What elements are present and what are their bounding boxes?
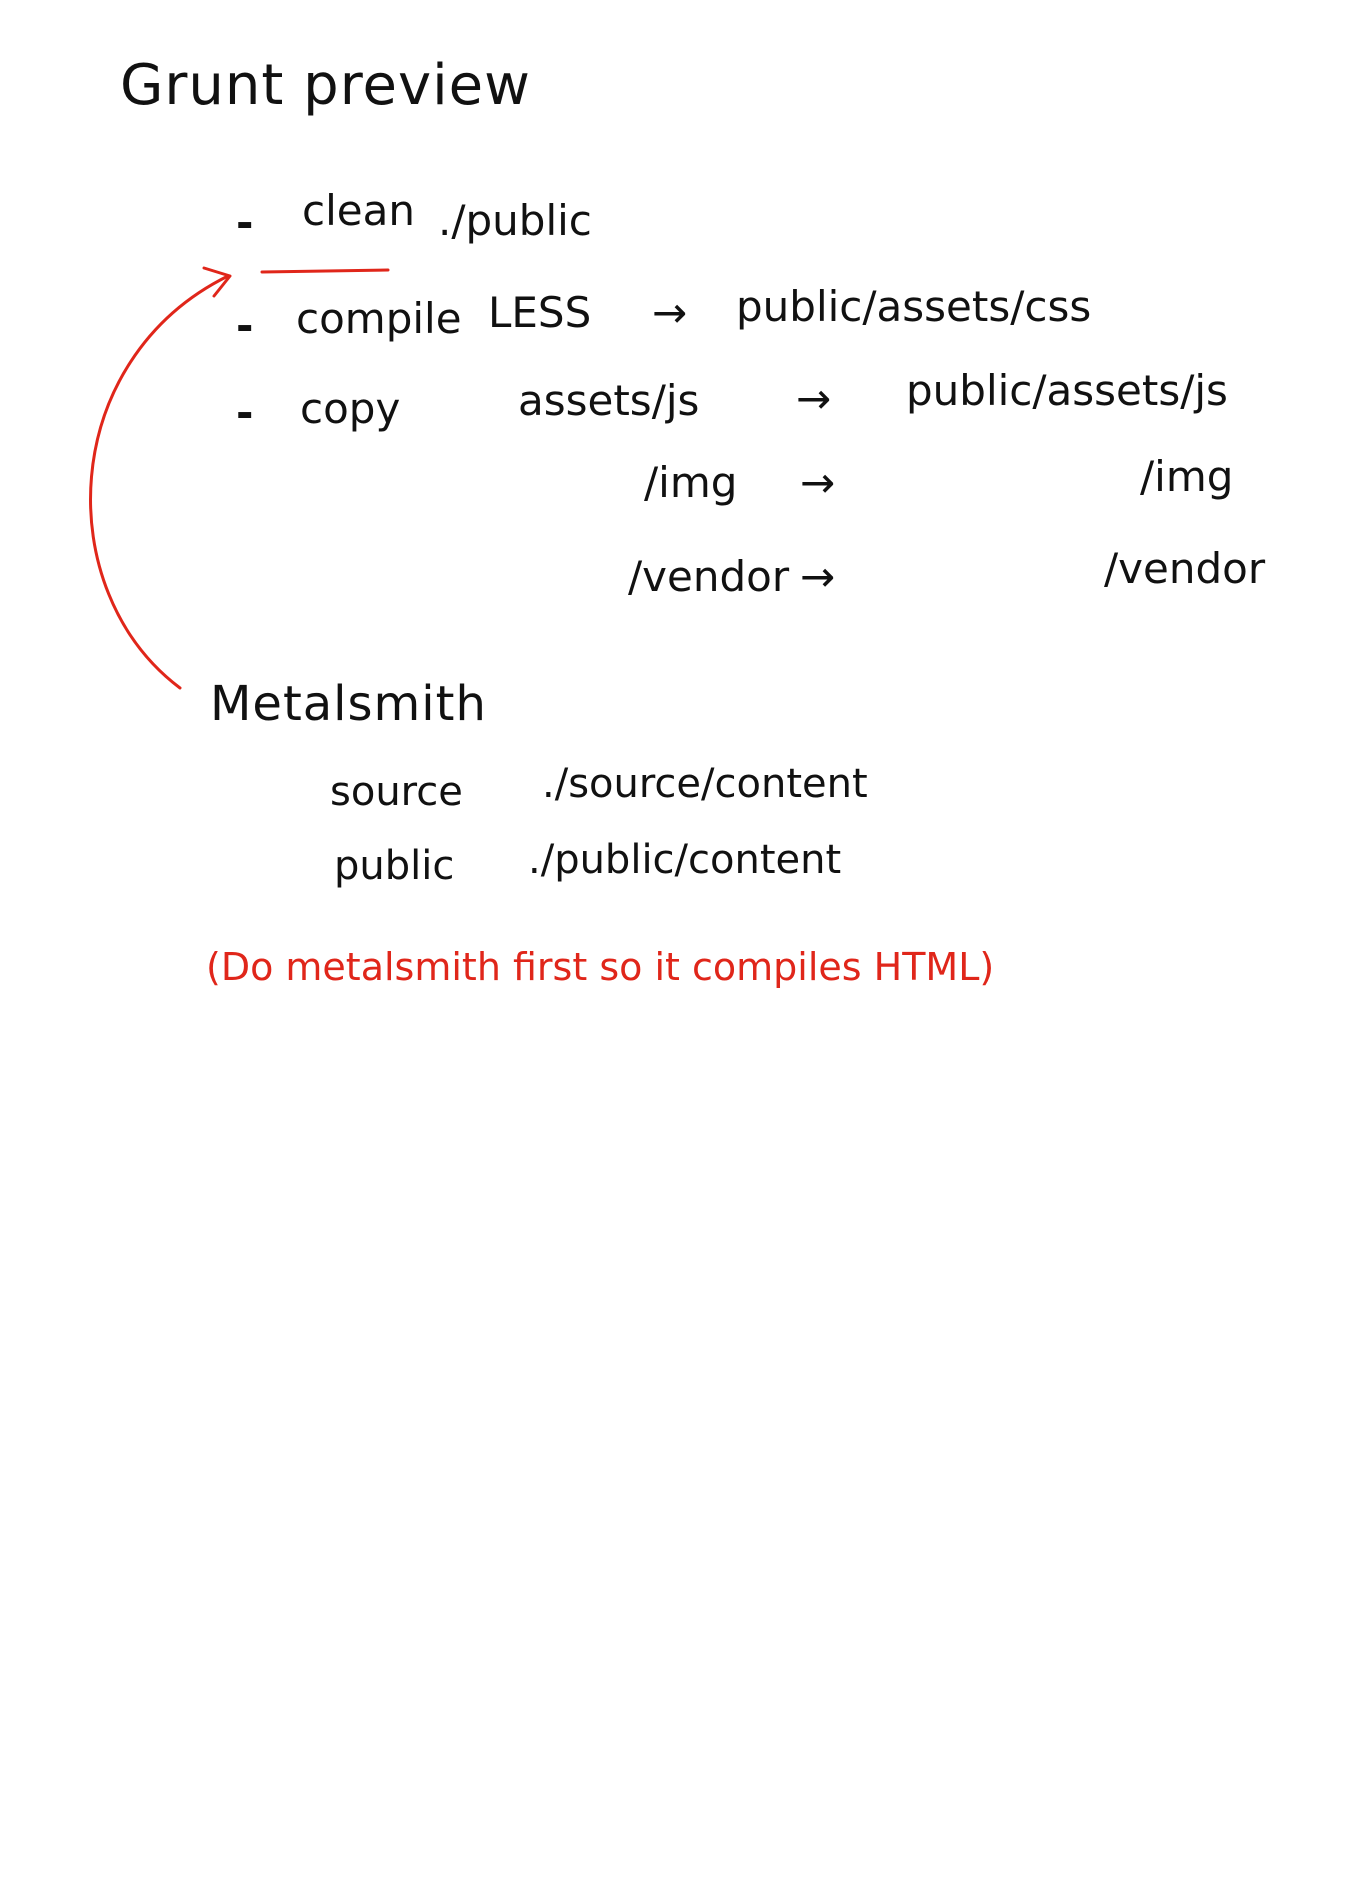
red-underline	[260, 268, 390, 274]
copy-vendor-target: /vendor	[1104, 544, 1266, 593]
metalsmith-heading: Metalsmith	[210, 676, 487, 732]
task-copy-label: copy	[300, 384, 401, 433]
arrow-icon: →	[796, 374, 832, 423]
metalsmith-source-label: source	[330, 769, 463, 815]
task-clean-path: ./public	[438, 196, 592, 245]
bullet-dash: -	[236, 198, 254, 247]
task-compile-label: compile	[296, 294, 462, 343]
arrow-icon: →	[652, 288, 688, 337]
page-title: Grunt preview	[120, 53, 531, 118]
task-compile-source: LESS	[488, 288, 592, 337]
arrow-icon: →	[800, 552, 836, 601]
copy-img-source: /img	[644, 458, 738, 507]
red-curve	[89, 274, 230, 690]
red-connector-arrow	[89, 266, 390, 690]
metalsmith-public-label: public	[334, 843, 455, 889]
metalsmith-public-path: ./public/content	[528, 837, 842, 883]
bullet-dash: -	[236, 301, 254, 350]
red-arrowhead	[202, 266, 232, 298]
task-copy-source: assets/js	[518, 376, 700, 425]
task-copy-target: public/assets/js	[906, 366, 1228, 415]
metalsmith-source-path: ./source/content	[542, 761, 868, 807]
copy-vendor-source: /vendor	[628, 552, 790, 601]
task-compile-target: public/assets/css	[736, 282, 1092, 331]
red-note: (Do metalsmith first so it compiles HTML…	[206, 945, 995, 989]
arrow-icon: →	[800, 458, 836, 507]
copy-img-target: /img	[1140, 452, 1234, 501]
task-clean-label: clean	[302, 186, 415, 235]
bullet-dash: -	[236, 388, 254, 437]
